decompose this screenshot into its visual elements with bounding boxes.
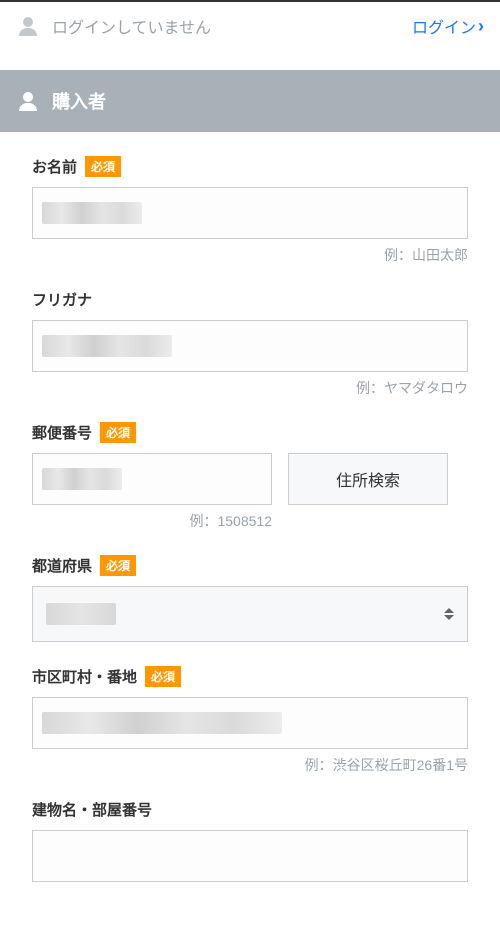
required-badge: 必須 [145,666,181,687]
postal-hint: 例：1508512 [32,511,272,531]
name-group: お名前 必須 例：山田太郎 [32,156,468,265]
building-input[interactable] [32,830,468,882]
section-header: 購入者 [0,70,500,132]
login-link[interactable]: ログイン › [412,14,484,38]
form-content: お名前 必須 例：山田太郎 フリガナ 例：ヤマダタロウ 郵便番号 必須 住所 [0,132,500,930]
section-title: 購入者 [52,88,106,114]
prefecture-label: 都道府県 [32,555,92,576]
login-link-text: ログイン [412,14,476,38]
login-status-text: ログインしていません [52,14,211,38]
prefecture-select[interactable]: 茨城県 [32,586,468,642]
building-group: 建物名・部屋番号 [32,799,468,882]
required-badge: 必須 [85,156,121,177]
furigana-group: フリガナ 例：ヤマダタロウ [32,289,468,398]
user-icon [16,89,40,113]
furigana-label: フリガナ [32,289,92,310]
postal-group: 郵便番号 必須 住所検索 例：1508512 [32,422,468,531]
furigana-hint: 例：ヤマダタロウ [32,378,468,398]
required-badge: 必須 [100,555,136,576]
postal-label: 郵便番号 [32,422,92,443]
required-badge: 必須 [100,422,136,443]
city-hint: 例：渋谷区桜丘町26番1号 [32,755,468,775]
prefecture-group: 都道府県 必須 茨城県 [32,555,468,642]
address-search-button[interactable]: 住所検索 [288,453,448,505]
city-group: 市区町村・番地 必須 例：渋谷区桜丘町26番1号 [32,666,468,775]
user-icon [16,14,40,38]
chevron-right-icon: › [478,16,484,37]
name-label: お名前 [32,156,77,177]
top-bar: ログインしていません ログイン › [0,0,500,50]
city-label: 市区町村・番地 [32,666,137,687]
top-bar-left: ログインしていません [16,14,211,38]
name-hint: 例：山田太郎 [32,245,468,265]
building-label: 建物名・部屋番号 [32,799,152,820]
